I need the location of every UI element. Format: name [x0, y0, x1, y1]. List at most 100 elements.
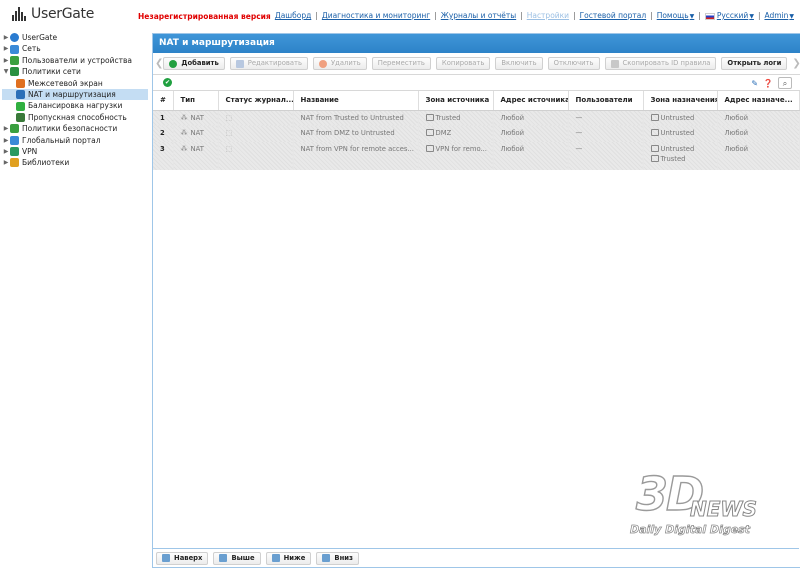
move-down-button[interactable]: Ниже — [265, 551, 312, 565]
enabled-filter-check-icon[interactable]: ✔ — [163, 78, 172, 87]
row-type: ⁂ NAT — [173, 126, 219, 142]
edit-button[interactable]: Редактировать — [229, 57, 308, 70]
row-log-status: ⬚ — [218, 110, 294, 126]
row-type: ⁂ NAT — [173, 142, 219, 170]
open-logs-button[interactable]: Открыть логи — [721, 57, 788, 70]
sidebar-item-firewall[interactable]: Межсетевой экран — [2, 78, 148, 89]
sidebar-item-usergate[interactable]: ▶ UserGate — [2, 32, 148, 43]
move-top-icon — [162, 554, 170, 562]
pencil-icon[interactable]: ✎ — [751, 79, 758, 88]
zone-icon — [650, 145, 659, 152]
nav-settings[interactable]: Настройки — [527, 11, 569, 20]
move-bottom-button[interactable]: Вниз — [316, 551, 360, 565]
zone-icon — [650, 113, 659, 121]
table-row[interactable]: 1 ⁂ NAT ⬚ NAT from Trusted to Untrusted T… — [153, 110, 800, 126]
security-icon — [10, 124, 19, 134]
sidebar-item-security-policies[interactable]: ▶ Политики безопасности — [2, 123, 148, 134]
search-icon[interactable]: ⌕ — [778, 77, 792, 89]
copy-rule-id-button[interactable]: Скопировать ID правила — [604, 57, 717, 70]
row-users: — — [568, 110, 644, 126]
policy-icon — [10, 67, 19, 77]
sidebar-item-users-devices[interactable]: ▶ Пользователи и устройства — [2, 55, 148, 66]
row-number: 2 — [153, 126, 174, 142]
row-destination-address: Любой — [717, 126, 800, 142]
nav-logs[interactable]: Журналы и отчёты — [441, 11, 516, 20]
log-status-icon: ⬚ — [225, 113, 232, 122]
bandwidth-icon — [16, 112, 25, 122]
scroll-right-icon[interactable]: ❯ — [792, 58, 800, 69]
chevron-down-icon: ▼ — [789, 13, 794, 20]
row-number: 3 — [153, 142, 174, 170]
bottom-bar: Наверх Выше Ниже Вниз — [153, 548, 799, 567]
column-header-type[interactable]: Тип — [173, 91, 219, 111]
sidebar-item-nat-routing[interactable]: NAT и маршрутизация — [2, 88, 148, 101]
table-header-row: # Тип Статус журнал... Название Зона ист… — [153, 91, 800, 111]
portal-icon — [10, 135, 19, 145]
expand-arrow-icon[interactable]: ▶ — [2, 123, 10, 134]
zone-icon — [425, 129, 434, 136]
column-header-users[interactable]: Пользователи — [568, 91, 644, 111]
usergate-logo[interactable]: UserGate — [12, 6, 94, 22]
help-icon[interactable]: ❓ — [763, 79, 773, 88]
3dnews-watermark: 3D NEWS Daily Digital Digest — [630, 466, 758, 536]
row-destination-zone: Untrusted Trusted — [643, 142, 718, 170]
zone-icon — [650, 155, 659, 162]
column-header-source-zone[interactable]: Зона источника — [418, 91, 494, 111]
column-header-name[interactable]: Название — [293, 91, 419, 111]
row-source-address: Любой — [493, 142, 569, 170]
column-header-destination-zone[interactable]: Зона назначения — [643, 91, 718, 111]
delete-icon — [319, 59, 327, 68]
top-bar: UserGate Незарегистрированная версия Даш… — [0, 0, 800, 30]
row-log-status: ⬚ — [218, 142, 294, 170]
nav-admin[interactable]: Admin▼ — [764, 11, 794, 20]
chevron-down-icon: ▼ — [689, 13, 695, 20]
users-icon — [10, 55, 19, 65]
expand-arrow-icon[interactable]: ▶ — [2, 55, 10, 66]
move-up-button[interactable]: Выше — [213, 551, 261, 565]
sidebar-item-vpn[interactable]: ▶ VPN — [2, 146, 148, 157]
move-up-icon — [219, 554, 228, 562]
nav-dashboard[interactable]: Дашборд — [275, 11, 311, 20]
scroll-left-icon[interactable]: ❮ — [155, 58, 163, 69]
sidebar-item-network-policies[interactable]: ▼ Политики сети — [2, 66, 148, 77]
nav-guest-portal[interactable]: Гостевой портал — [580, 11, 647, 20]
add-button[interactable]: Добавить — [163, 57, 225, 70]
table-row[interactable]: 3 ⁂ NAT ⬚ NAT from VPN for remote acces..… — [153, 142, 800, 170]
move-top-button[interactable]: Наверх — [156, 551, 209, 565]
zone-icon — [650, 129, 659, 136]
delete-button[interactable]: Удалить — [313, 57, 367, 70]
expand-arrow-icon[interactable]: ▶ — [2, 157, 10, 168]
nat-icon — [16, 90, 25, 100]
nav-language[interactable]: Русский▼ — [704, 11, 754, 20]
collapse-arrow-icon[interactable]: ▼ — [2, 66, 10, 77]
row-source-zone: Trusted — [418, 110, 494, 126]
row-destination-zone: Untrusted — [643, 110, 718, 126]
sidebar-item-network[interactable]: ▶ Сеть — [2, 43, 148, 54]
row-source-zone: VPN for remo... — [418, 142, 494, 170]
move-down-icon — [271, 554, 280, 562]
expand-arrow-icon[interactable]: ▶ — [2, 43, 10, 54]
sidebar-item-bandwidth[interactable]: Пропускная способность — [2, 112, 148, 123]
nav-diagnostics[interactable]: Диагностика и мониторинг — [322, 11, 430, 20]
sidebar-item-global-portal[interactable]: ▶ Глобальный портал — [2, 135, 148, 146]
move-button[interactable]: Переместить — [371, 57, 431, 70]
column-header-source-address[interactable]: Адрес источника — [493, 91, 569, 111]
sidebar-item-load-balancing[interactable]: Балансировка нагрузки — [2, 100, 148, 111]
column-header-log-status[interactable]: Статус журнал... — [218, 91, 294, 111]
nav-help[interactable]: Помощь▼ — [657, 11, 695, 20]
row-users: — — [568, 142, 644, 170]
row-destination-zone: Untrusted — [643, 126, 718, 142]
expand-arrow-icon[interactable]: ▶ — [2, 32, 10, 43]
expand-arrow-icon[interactable]: ▶ — [2, 135, 10, 146]
main-panel: NAT и маршрутизация ❮ Добавить Редактиро… — [152, 33, 800, 568]
column-header-number[interactable]: # — [153, 91, 174, 111]
sidebar-item-libraries[interactable]: ▶ Библиотеки — [2, 157, 148, 168]
disable-button[interactable]: Отключить — [547, 57, 600, 70]
rules-table: # Тип Статус журнал... Название Зона ист… — [153, 91, 800, 170]
table-row[interactable]: 2 ⁂ NAT ⬚ NAT from DMZ to Untrusted DMZ Л… — [153, 126, 800, 142]
expand-arrow-icon[interactable]: ▶ — [2, 146, 10, 157]
row-name: NAT from Trusted to Untrusted — [293, 110, 419, 126]
enable-button[interactable]: Включить — [495, 57, 543, 70]
column-header-destination-address[interactable]: Адрес назначе... — [717, 91, 800, 111]
copy-button[interactable]: Копировать — [435, 57, 491, 70]
